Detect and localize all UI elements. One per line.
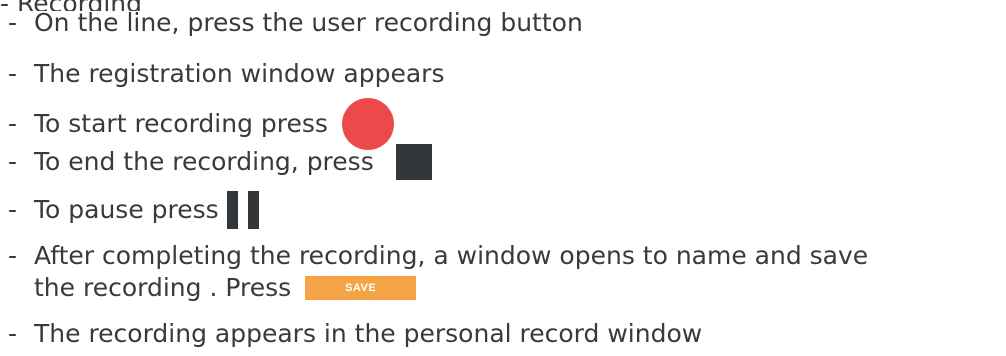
step-6-text-line1: After completing the recording, a window… [34,241,869,270]
step-3-text: To start recording press [34,109,328,138]
step-4-text: To end the recording, press [34,147,374,176]
pause-bars-icon[interactable] [226,191,259,229]
record-circle-icon[interactable] [341,98,394,150]
save-button[interactable]: SAVE [305,276,417,300]
bullet-dash: - [8,147,18,176]
step-4: - To end the recording, press [8,144,432,180]
bullet-dash: - [8,241,18,270]
step-5-text: To pause press [34,195,219,224]
step-7-text: The recording appears in the personal re… [34,319,703,348]
step-1-text: On the line, press the user recording bu… [34,8,583,37]
pause-bar-right [247,191,259,229]
bullet-dash: - [8,8,18,37]
step-6: - After completing the recording, a wind… [8,238,868,274]
bullet-dash: - [8,109,18,138]
stop-square-icon[interactable] [395,144,432,180]
step-1: - On the line, press the user recording … [8,5,583,41]
step-2: - The registration window appears [8,56,445,92]
bullet-dash: - [8,195,18,224]
step-6-text-line2: the recording . Press [34,273,292,302]
step-5: - To pause press [8,191,259,229]
step-7: - The recording appears in the personal … [8,316,702,352]
step-3: - To start recording press [8,98,394,150]
bullet-dash: - [8,319,18,348]
step-6-continued: the recording . Press SAVE [34,270,417,306]
pause-bar-left [226,191,238,229]
step-2-text: The registration window appears [34,59,445,88]
bullet-dash: - [8,59,18,88]
